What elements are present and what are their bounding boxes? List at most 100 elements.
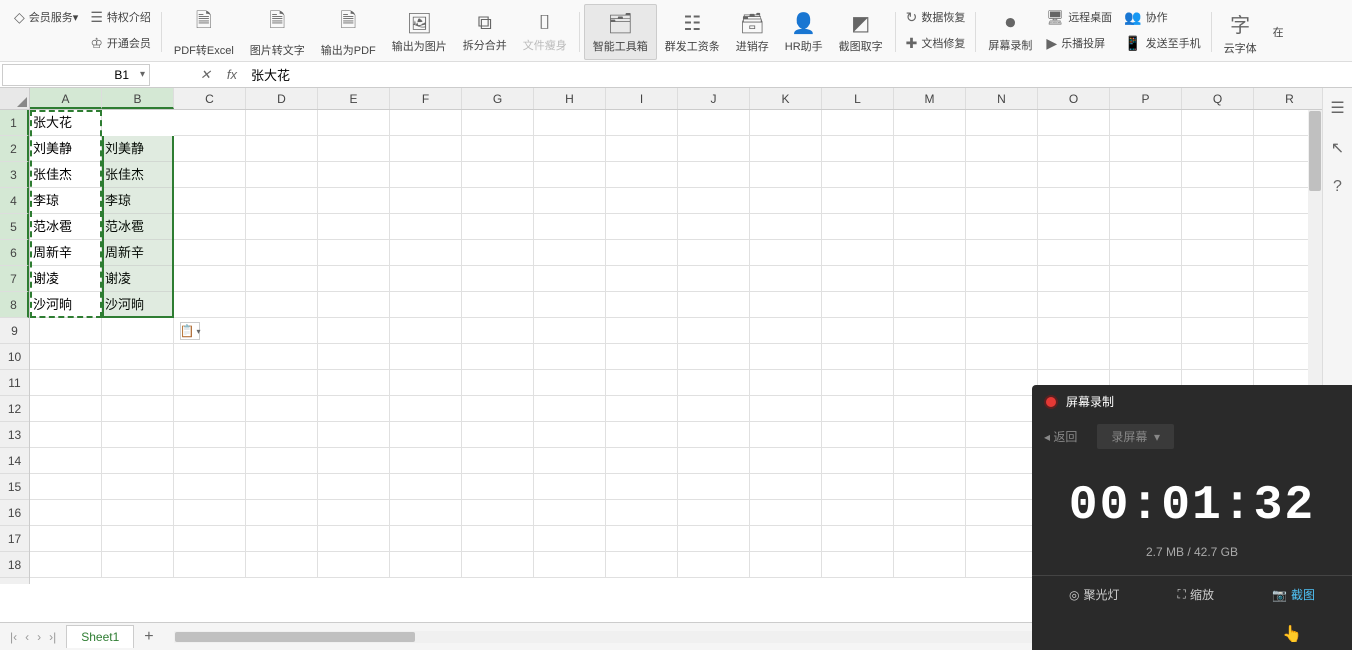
cell[interactable] xyxy=(390,214,462,240)
cell[interactable] xyxy=(462,292,534,318)
cell[interactable] xyxy=(1182,188,1254,214)
cell[interactable] xyxy=(1182,318,1254,344)
cell[interactable] xyxy=(1038,136,1110,162)
cell[interactable] xyxy=(318,188,390,214)
cell[interactable] xyxy=(966,240,1038,266)
cell[interactable] xyxy=(678,448,750,474)
cell[interactable] xyxy=(246,240,318,266)
cell[interactable] xyxy=(390,552,462,578)
cell[interactable] xyxy=(390,344,462,370)
cell[interactable]: 谢凌 xyxy=(102,266,174,292)
cell[interactable] xyxy=(822,526,894,552)
cell[interactable] xyxy=(462,162,534,188)
cell[interactable] xyxy=(534,552,606,578)
hscroll-thumb[interactable] xyxy=(175,632,415,642)
cell[interactable] xyxy=(678,370,750,396)
online-button[interactable]: 在 xyxy=(1265,4,1292,60)
cell[interactable] xyxy=(174,344,246,370)
cell[interactable] xyxy=(750,240,822,266)
cancel-icon[interactable]: ✕ xyxy=(200,67,211,83)
cell[interactable] xyxy=(966,162,1038,188)
cell[interactable] xyxy=(30,474,102,500)
cell[interactable] xyxy=(102,552,174,578)
cell[interactable] xyxy=(750,396,822,422)
cell[interactable] xyxy=(1038,188,1110,214)
cell[interactable] xyxy=(678,240,750,266)
cell[interactable] xyxy=(462,136,534,162)
cell[interactable] xyxy=(1038,214,1110,240)
cell[interactable] xyxy=(534,266,606,292)
cell[interactable] xyxy=(678,162,750,188)
cell[interactable] xyxy=(606,552,678,578)
export-pdf-button[interactable]: 🗎输出为PDF xyxy=(313,4,384,60)
cell[interactable] xyxy=(174,136,246,162)
record-mode-dropdown[interactable]: 录屏幕 ▾ xyxy=(1097,424,1174,449)
cell[interactable] xyxy=(894,344,966,370)
cell[interactable]: 张佳杰 xyxy=(30,162,102,188)
cell[interactable] xyxy=(102,474,174,500)
cell[interactable] xyxy=(102,422,174,448)
cell[interactable] xyxy=(102,318,174,344)
cell[interactable] xyxy=(534,110,606,136)
cell[interactable] xyxy=(822,344,894,370)
cell[interactable] xyxy=(534,474,606,500)
cell[interactable] xyxy=(678,214,750,240)
cell[interactable] xyxy=(462,214,534,240)
cell[interactable] xyxy=(822,396,894,422)
cell[interactable] xyxy=(606,214,678,240)
cell[interactable]: 李琼 xyxy=(30,188,102,214)
cell[interactable] xyxy=(678,344,750,370)
row-header[interactable]: 17 xyxy=(0,526,29,552)
cell[interactable] xyxy=(1182,136,1254,162)
cell[interactable]: 周新辛 xyxy=(102,240,174,266)
cell[interactable] xyxy=(246,318,318,344)
cell[interactable] xyxy=(390,136,462,162)
cell[interactable] xyxy=(246,214,318,240)
spotlight-button[interactable]: ◎聚光灯 xyxy=(1069,586,1120,603)
cell[interactable] xyxy=(1038,318,1110,344)
cell[interactable] xyxy=(318,292,390,318)
cell[interactable] xyxy=(606,370,678,396)
cell[interactable] xyxy=(318,448,390,474)
cell[interactable] xyxy=(390,526,462,552)
cell[interactable]: 张佳杰 xyxy=(102,162,174,188)
cell[interactable] xyxy=(966,370,1038,396)
cell[interactable] xyxy=(966,188,1038,214)
cell[interactable] xyxy=(102,526,174,552)
cell[interactable] xyxy=(1038,344,1110,370)
cell[interactable] xyxy=(534,240,606,266)
cell[interactable] xyxy=(30,526,102,552)
cell[interactable] xyxy=(246,344,318,370)
cell[interactable] xyxy=(1110,344,1182,370)
cell[interactable] xyxy=(390,396,462,422)
screenshot-text-button[interactable]: ◩截图取字 xyxy=(831,4,891,60)
column-header[interactable]: C xyxy=(174,88,246,109)
cell[interactable] xyxy=(606,474,678,500)
cell[interactable] xyxy=(102,344,174,370)
cell[interactable] xyxy=(894,240,966,266)
cell[interactable] xyxy=(174,396,246,422)
cell[interactable] xyxy=(1182,292,1254,318)
cell[interactable]: 范冰雹 xyxy=(30,214,102,240)
cell[interactable] xyxy=(606,266,678,292)
cell[interactable] xyxy=(678,318,750,344)
cell[interactable] xyxy=(390,292,462,318)
cell[interactable] xyxy=(822,266,894,292)
cell[interactable] xyxy=(246,370,318,396)
cell[interactable] xyxy=(966,422,1038,448)
member-service-button[interactable]: ◇会员服务 ▾ xyxy=(14,4,78,30)
cell[interactable] xyxy=(678,396,750,422)
row-header[interactable]: 10 xyxy=(0,344,29,370)
cell[interactable] xyxy=(1110,188,1182,214)
cell[interactable] xyxy=(750,552,822,578)
cell[interactable] xyxy=(966,448,1038,474)
scroll-thumb[interactable] xyxy=(1309,111,1321,191)
help-icon[interactable]: ? xyxy=(1333,178,1342,196)
column-header[interactable]: O xyxy=(1038,88,1110,109)
zoom-button[interactable]: ⛶缩放 xyxy=(1178,586,1214,603)
cell[interactable] xyxy=(462,344,534,370)
fx-icon[interactable]: fx xyxy=(227,67,237,82)
cell[interactable] xyxy=(606,162,678,188)
cell[interactable] xyxy=(750,110,822,136)
cell[interactable]: 李琼 xyxy=(102,188,174,214)
